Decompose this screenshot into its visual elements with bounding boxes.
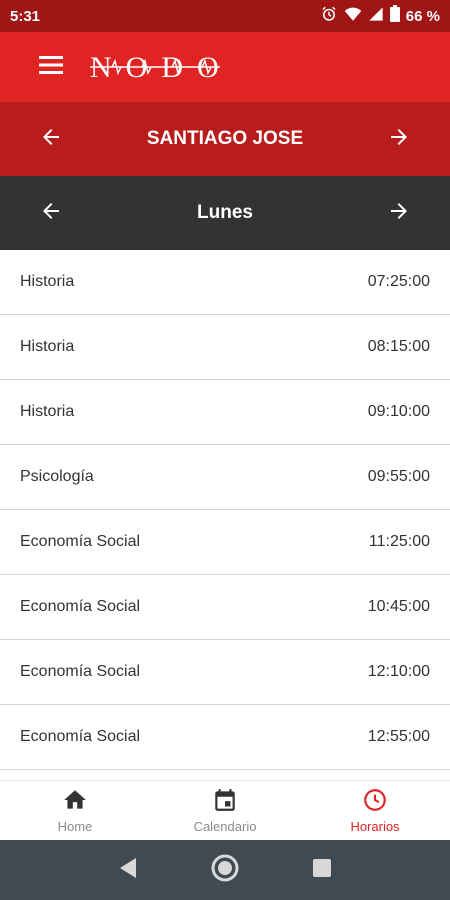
battery-icon [389, 5, 400, 27]
status-icons: 66 % [320, 5, 440, 28]
tab-home[interactable]: Home [0, 781, 150, 840]
class-time: 10:45:00 [367, 598, 430, 615]
status-time: 5:31 [10, 7, 41, 25]
arrow-right-icon [387, 125, 411, 154]
alarm-icon [320, 5, 338, 28]
system-recents-button[interactable] [302, 850, 342, 890]
subject-name: Historia [20, 403, 75, 420]
subject-name: Economía Social [20, 728, 141, 745]
subject-name: Psicología [20, 468, 94, 485]
tab-calendar[interactable]: Calendario [150, 781, 300, 840]
class-time: 07:25:00 [367, 273, 430, 290]
class-time: 12:55:00 [367, 728, 430, 745]
hamburger-icon [39, 55, 63, 80]
calendar-icon [211, 787, 239, 816]
bottom-navigation: Home Calendario Horarios [0, 780, 450, 840]
schedule-item[interactable]: Economía Social 12:55:00 [0, 705, 450, 770]
signal-icon [368, 6, 384, 27]
schedule-item[interactable]: Economía Social 11:25:00 [0, 510, 450, 575]
schedule-item[interactable]: Psicología 09:55:00 [0, 445, 450, 510]
subject-name: Economía Social [20, 533, 141, 550]
class-time: 11:25:00 [368, 533, 430, 550]
schedule-list[interactable]: Historia 07:25:00 Historia 08:15:00 Hist… [0, 250, 450, 780]
tab-calendar-label: Calendario [193, 819, 257, 834]
clock-icon [361, 787, 389, 816]
previous-day-button[interactable] [26, 188, 76, 238]
day-selector: Lunes [0, 176, 450, 250]
nodos-logo: NODOS [90, 47, 220, 87]
subject-name: Historia [20, 338, 75, 355]
recents-square-icon [312, 858, 332, 883]
logo-text: NODOS [90, 51, 220, 84]
system-back-button[interactable] [108, 850, 148, 890]
app-bar: NODOS [0, 32, 450, 102]
class-time: 08:15:00 [367, 338, 430, 355]
system-home-button[interactable] [205, 850, 245, 890]
system-navigation-bar [0, 840, 450, 900]
home-icon [61, 787, 89, 816]
class-time: 09:10:00 [367, 403, 430, 420]
tab-schedule[interactable]: Horarios [300, 781, 450, 840]
menu-button[interactable] [26, 42, 76, 92]
subject-name: Economía Social [20, 663, 141, 680]
next-student-button[interactable] [374, 114, 424, 164]
back-triangle-icon [118, 857, 138, 884]
schedule-item[interactable]: Economía Social 12:10:00 [0, 640, 450, 705]
class-time: 12:10:00 [367, 663, 430, 680]
class-time: 09:55:00 [367, 468, 430, 485]
schedule-item[interactable]: Historia 09:10:00 [0, 380, 450, 445]
tab-schedule-label: Horarios [350, 819, 400, 834]
subject-name: Economía Social [20, 598, 141, 615]
wifi-icon [344, 5, 362, 28]
subject-name: Historia [20, 273, 75, 290]
tab-home-label: Home [57, 819, 93, 834]
schedule-item[interactable]: Economía Social 10:45:00 [0, 575, 450, 640]
home-circle-icon [210, 853, 240, 888]
arrow-left-icon [39, 199, 63, 228]
status-bar: 5:31 66 % [0, 0, 450, 32]
schedule-item[interactable]: Historia 08:15:00 [0, 315, 450, 380]
student-selector: SANTIAGO JOSE [0, 102, 450, 176]
previous-student-button[interactable] [26, 114, 76, 164]
arrow-right-icon [387, 199, 411, 228]
schedule-item[interactable]: Historia 07:25:00 [0, 250, 450, 315]
next-day-button[interactable] [374, 188, 424, 238]
arrow-left-icon [39, 125, 63, 154]
battery-percent: 66 % [405, 7, 440, 25]
